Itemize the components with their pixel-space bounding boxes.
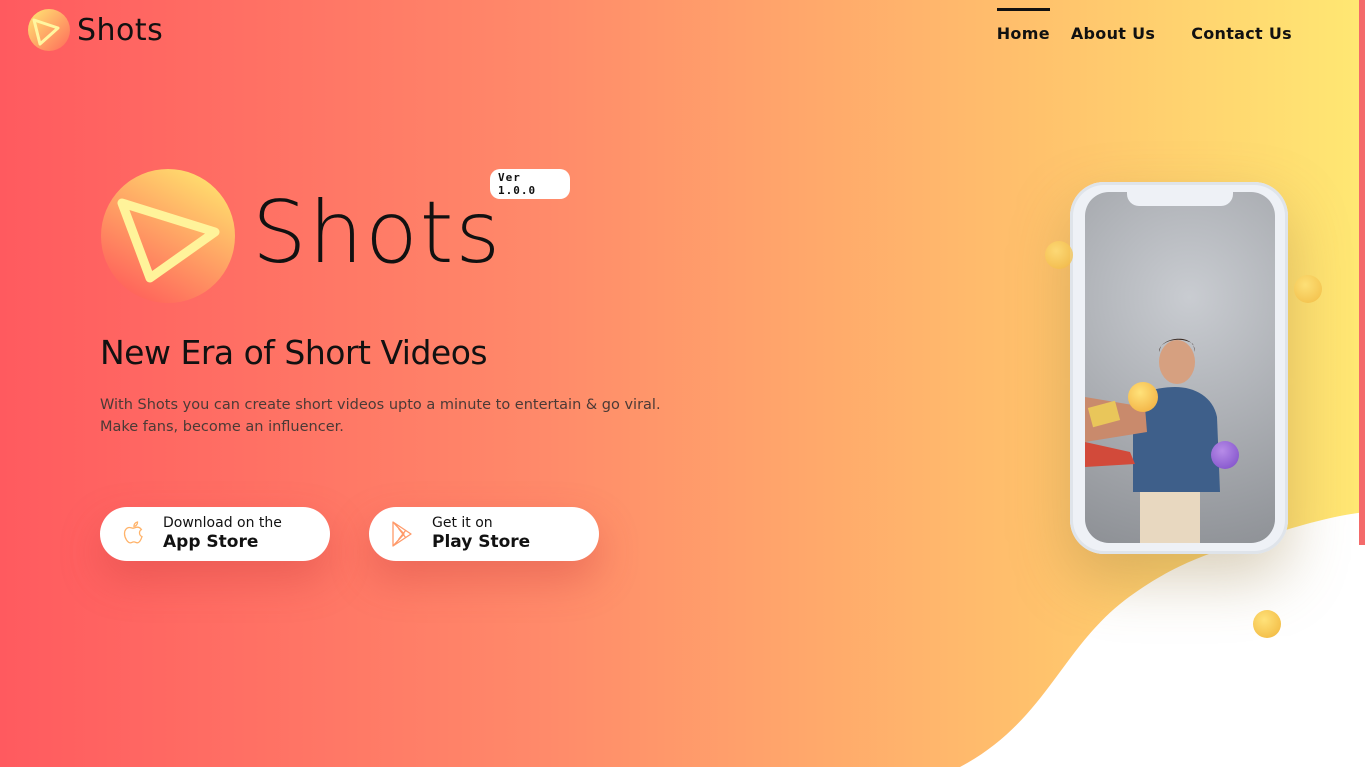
heart-eyes-emoji-icon	[1045, 241, 1073, 269]
play-store-small-label: Get it on	[432, 515, 493, 531]
apple-icon	[123, 521, 143, 544]
crying-emoji-icon	[1253, 610, 1281, 638]
header-logo-text: Shots	[77, 12, 164, 48]
phone-screen	[1085, 192, 1275, 543]
play-store-button[interactable]: Get it on Play Store	[369, 507, 599, 561]
scrollbar[interactable]	[1359, 0, 1365, 545]
hero-logo-icon	[101, 169, 235, 303]
devil-emoji-icon	[1211, 441, 1239, 469]
tongue-emoji-icon	[1128, 382, 1158, 412]
app-store-label: App Store	[163, 532, 259, 552]
hero-headline: New Era of Short Videos	[100, 333, 488, 372]
laughing-emoji-icon	[1294, 275, 1322, 303]
nav-contact-us[interactable]: Contact Us	[1191, 8, 1292, 43]
phone-mockup	[1070, 182, 1288, 554]
hero-description-line2: Make fans, become an influencer.	[100, 419, 344, 435]
hero-logo: Shots Ver 1.0.0	[100, 168, 570, 308]
play-store-icon	[392, 521, 412, 547]
hero-brand-name: Shots	[252, 183, 503, 283]
hero-description: With Shots you can create short videos u…	[100, 394, 661, 438]
nav-home[interactable]: Home	[996, 8, 1050, 43]
play-store-label: Play Store	[432, 532, 531, 552]
shots-logo-icon	[28, 9, 70, 51]
header-logo[interactable]: Shots	[27, 8, 163, 52]
phone-notch	[1127, 192, 1233, 206]
hero-description-line1: With Shots you can create short videos u…	[100, 397, 661, 413]
version-badge: Ver 1.0.0	[490, 169, 570, 199]
app-store-small-label: Download on the	[163, 515, 282, 531]
video-preview-illustration	[1085, 338, 1220, 543]
nav-about-us[interactable]: About Us	[1071, 8, 1155, 43]
main-nav: Home About Us Contact Us	[996, 8, 1292, 43]
app-store-button[interactable]: Download on the App Store	[100, 507, 330, 561]
